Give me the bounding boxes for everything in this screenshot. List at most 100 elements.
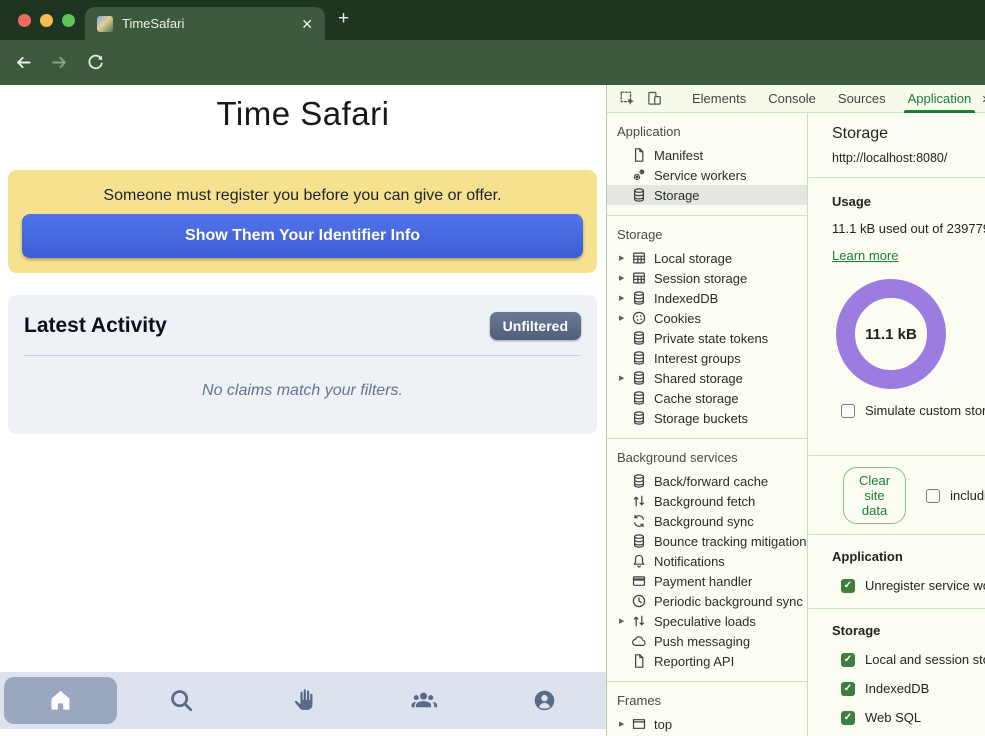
tree-item-indexeddb[interactable]: ▶ IndexedDB (607, 288, 807, 308)
third-party-cookies-label[interactable]: including third-party cookies (950, 488, 985, 503)
tree-item-shared-storage[interactable]: ▶ Shared storage (607, 368, 807, 388)
unfiltered-badge-button[interactable]: Unfiltered (490, 312, 581, 340)
tree-item-back-forward-cache[interactable]: Back/forward cache (607, 471, 807, 491)
tab-favicon (97, 16, 113, 32)
third-party-cookies-checkbox[interactable] (926, 489, 940, 503)
inspect-element-icon[interactable] (619, 90, 636, 107)
sync-icon (631, 513, 647, 529)
devtools-tab-elements[interactable]: Elements (681, 85, 757, 113)
tree-item-payment-handler[interactable]: Payment handler (607, 571, 807, 591)
tree-item-speculative-loads[interactable]: ▶Speculative loads (607, 611, 807, 631)
tree-item-storage-buckets[interactable]: Storage buckets (607, 408, 807, 428)
database-icon (631, 390, 647, 406)
clear-unregister-service-workers-row: ✓ Unregister service workers (841, 578, 985, 593)
expander-icon[interactable]: ▶ (619, 617, 631, 625)
clear-unregister-service-workers-checkbox[interactable]: ✓ (841, 579, 855, 593)
nav-person-button[interactable] (488, 677, 601, 724)
card-icon (631, 573, 647, 589)
tree-item-label: Session storage (654, 271, 747, 286)
tree-item-reporting-api[interactable]: Reporting API (607, 651, 807, 671)
tree-item-periodic-background-sync[interactable]: Periodic background sync (607, 591, 807, 611)
forward-button[interactable] (50, 53, 69, 72)
clear-indexeddb-checkbox[interactable]: ✓ (841, 682, 855, 696)
nav-home-button[interactable] (4, 677, 117, 724)
tree-item-label: Cache storage (654, 391, 739, 406)
minimize-window-button[interactable] (40, 14, 53, 27)
clear-web-sql-label[interactable]: Web SQL (865, 710, 921, 725)
devtools-panel: ElementsConsoleSourcesApplication » Appl… (606, 85, 985, 736)
tree-item-cache-storage[interactable]: Cache storage (607, 388, 807, 408)
learn-more-link[interactable]: Learn more (832, 248, 898, 263)
nav-hand-button[interactable] (246, 677, 359, 724)
tree-item-background-fetch[interactable]: Background fetch (607, 491, 807, 511)
tree-item-notifications[interactable]: Notifications (607, 551, 807, 571)
tree-item-private-state-tokens[interactable]: Private state tokens (607, 328, 807, 348)
tree-item-service-workers[interactable]: Service workers (607, 165, 807, 185)
simulate-quota-checkbox[interactable] (841, 404, 855, 418)
devtools-sidebar: ApplicationManifestService workersStorag… (607, 113, 807, 736)
tree-item-storage[interactable]: Storage (607, 185, 807, 205)
clear-site-data-button[interactable]: Clear site data (843, 467, 906, 524)
clear-web-sql-checkbox[interactable]: ✓ (841, 711, 855, 725)
bell-icon (631, 553, 647, 569)
tree-item-label: IndexedDB (654, 291, 718, 306)
device-toolbar-icon[interactable] (646, 90, 663, 107)
simulate-quota-label[interactable]: Simulate custom storage quota (865, 403, 985, 418)
clear-site-data-row: Clear site data including third-party co… (808, 467, 985, 524)
close-window-button[interactable] (18, 14, 31, 27)
tree-item-interest-groups[interactable]: Interest groups (607, 348, 807, 368)
hand-icon (289, 687, 316, 714)
devtools-tabbar-tabs: ElementsConsoleSourcesApplication (681, 85, 982, 113)
tree-item-label: Notifications (654, 554, 725, 569)
tree-item-top[interactable]: ▶top (607, 714, 807, 734)
nav-people-button[interactable] (367, 677, 480, 724)
back-button[interactable] (14, 53, 33, 72)
tree-item-cookies[interactable]: ▶Cookies (607, 308, 807, 328)
tree-item-background-sync[interactable]: Background sync (607, 511, 807, 531)
tree-item-push-messaging[interactable]: Push messaging (607, 631, 807, 651)
tab-close-icon[interactable]: ✕ (301, 17, 313, 31)
usage-text: 11.1 kB used out of 239779 (832, 221, 985, 236)
expander-icon[interactable]: ▶ (619, 314, 631, 322)
show-identifier-info-button[interactable]: Show Them Your Identifier Info (22, 214, 583, 258)
clear-indexeddb-label[interactable]: IndexedDB (865, 681, 929, 696)
clock-icon (631, 593, 647, 609)
expander-icon[interactable]: ▶ (619, 254, 631, 262)
search-icon (168, 687, 195, 714)
tree-item-label: Shared storage (654, 371, 743, 386)
latest-activity-title: Latest Activity (24, 314, 167, 338)
person-icon (531, 687, 558, 714)
clear-local-and-session-storage-checkbox[interactable]: ✓ (841, 653, 855, 667)
empty-claims-message: No claims match your filters. (24, 382, 581, 400)
browser-tab[interactable]: TimeSafari ✕ (85, 7, 325, 40)
tree-item-bounce-tracking-mitigations[interactable]: Bounce tracking mitigations (607, 531, 807, 551)
storage-section-rows: ✓ Local and session storage ✓ IndexedDB ✓ Web… (841, 652, 985, 736)
clear-web-sql-row: ✓ Web SQL (841, 710, 985, 725)
new-tab-button[interactable]: + (338, 8, 349, 30)
clear-local-and-session-storage-label[interactable]: Local and session storage (865, 652, 985, 667)
devtools-section-frames: Frames▶top (607, 682, 807, 736)
maximize-window-button[interactable] (62, 14, 75, 27)
updown-icon (631, 493, 647, 509)
devtools-tab-console[interactable]: Console (757, 85, 827, 113)
tree-item-local-storage[interactable]: ▶Local storage (607, 248, 807, 268)
alert-text: Someone must register you before you can… (8, 187, 597, 205)
application-section-rows: ✓ Unregister service workers (841, 578, 985, 593)
nav-search-button[interactable] (125, 677, 238, 724)
expander-icon[interactable]: ▶ (619, 374, 631, 382)
devtools-tab-application[interactable]: Application (897, 85, 983, 113)
expander-icon[interactable]: ▶ (619, 274, 631, 282)
expander-icon[interactable]: ▶ (619, 294, 631, 302)
database-icon (631, 350, 647, 366)
expander-icon[interactable]: ▶ (619, 720, 631, 728)
clear-unregister-service-workers-label[interactable]: Unregister service workers (865, 578, 985, 593)
tree-item-label: Storage (654, 188, 700, 203)
reload-button[interactable] (86, 53, 105, 72)
tree-item-manifest[interactable]: Manifest (607, 145, 807, 165)
cloud-icon (631, 633, 647, 649)
table-icon (631, 250, 647, 266)
tree-item-session-storage[interactable]: ▶ Session storage (607, 268, 807, 288)
document-icon (631, 147, 647, 163)
tree-item-label: Back/forward cache (654, 474, 768, 489)
devtools-tab-sources[interactable]: Sources (827, 85, 897, 113)
